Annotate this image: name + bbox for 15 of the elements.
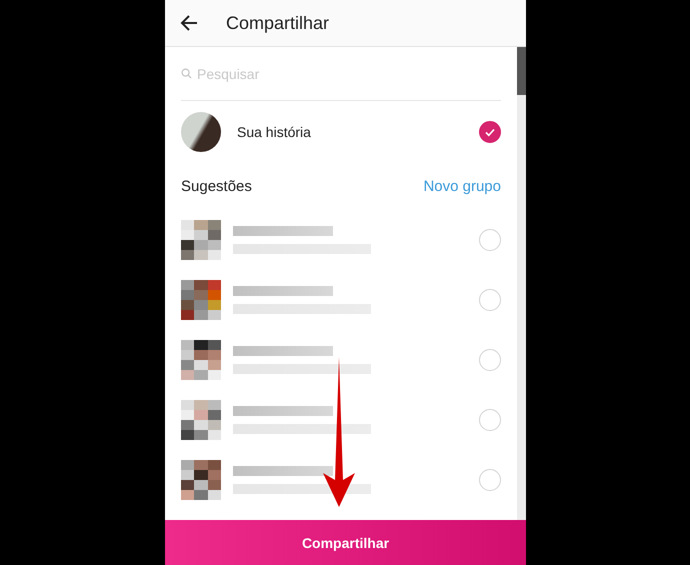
- scrollbar-thumb[interactable]: [517, 47, 526, 95]
- new-group-link[interactable]: Novo grupo: [423, 178, 501, 194]
- pixelated-avatar: [181, 280, 221, 320]
- pixelated-avatar: [181, 220, 221, 260]
- story-label: Sua história: [237, 124, 312, 140]
- story-avatar: [181, 112, 221, 152]
- share-button[interactable]: Compartilhar: [165, 520, 526, 565]
- back-arrow-icon[interactable]: [179, 13, 199, 33]
- pixelated-avatar: [181, 400, 221, 440]
- search-icon: [181, 68, 192, 79]
- section-title: Sugestões: [181, 178, 252, 194]
- pixelated-avatar: [181, 460, 221, 500]
- screen-title: Compartilhar: [226, 12, 330, 34]
- select-radio[interactable]: [479, 120, 501, 142]
- pixelated-avatar: [181, 340, 221, 380]
